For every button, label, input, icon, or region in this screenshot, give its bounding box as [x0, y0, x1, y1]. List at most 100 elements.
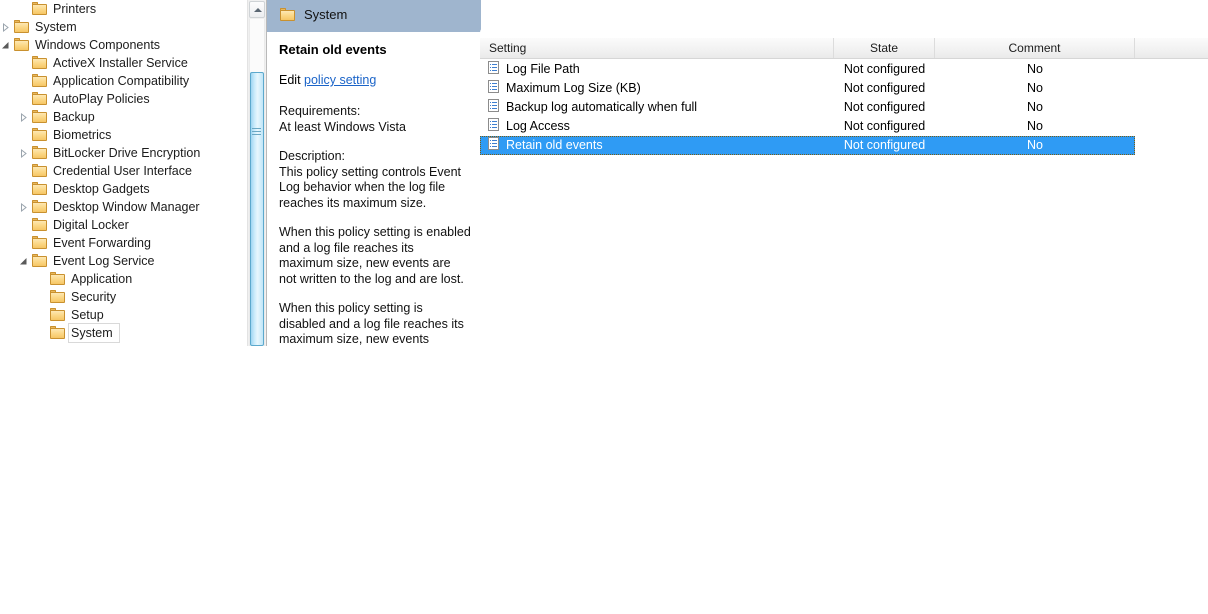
folder-icon [32, 200, 48, 214]
tree-item[interactable]: Event Forwarding [0, 234, 247, 252]
tree-item[interactable]: Biometrics [0, 126, 247, 144]
tree-item-label: Digital Locker [53, 218, 129, 232]
tree-vertical-scrollbar[interactable] [247, 0, 266, 346]
tree-item-label: Security [71, 290, 117, 304]
detail-header-bar: System [267, 0, 481, 32]
description-paragraph-1: This policy setting controls Event Log b… [279, 164, 462, 210]
setting-name-label: Log File Path [506, 62, 580, 76]
policy-setting-icon [488, 80, 500, 94]
requirements-label: Requirements: [279, 104, 361, 118]
tree-item-label: System [35, 20, 77, 34]
cell-comment: No [1027, 100, 1043, 114]
policy-setting-icon [488, 118, 500, 132]
folder-icon [50, 326, 66, 340]
folder-icon [50, 290, 66, 304]
tree-item[interactable]: Printers [0, 0, 247, 18]
tree-item-list: Printers System Windows Components ActiveX … [0, 0, 247, 343]
tree-item-label: Application [71, 272, 133, 286]
expander-collapsed-icon[interactable] [18, 198, 29, 216]
folder-icon [32, 128, 48, 142]
tree-item[interactable]: Setup [0, 306, 247, 324]
triangle-up-icon [254, 8, 262, 12]
tree-item[interactable]: Windows Components [0, 36, 247, 54]
tree-item[interactable]: Digital Locker [0, 216, 247, 234]
tree-item[interactable]: Application [0, 270, 247, 288]
tree-item-label: Backup [53, 110, 95, 124]
folder-icon [32, 92, 48, 106]
cell-setting: Backup log automatically when full [480, 98, 834, 117]
folder-icon [32, 2, 48, 16]
description-label: Description: [279, 149, 345, 163]
description-paragraph-2: When this policy setting is enabled and … [279, 225, 471, 286]
folder-icon [32, 56, 48, 70]
tree-item[interactable]: Desktop Gadgets [0, 180, 247, 198]
folder-icon [32, 110, 48, 124]
tree-item[interactable]: System [0, 18, 247, 36]
policy-setting-icon [488, 99, 500, 113]
expander-collapsed-icon[interactable] [0, 18, 11, 36]
navigation-tree-pane[interactable]: Printers System Windows Components ActiveX … [0, 0, 247, 346]
column-header-state[interactable]: State [834, 38, 935, 58]
column-header-setting[interactable]: Setting [480, 38, 834, 58]
tree-item[interactable]: Desktop Window Manager [0, 198, 247, 216]
detail-header-title: System [304, 7, 348, 22]
folder-icon [280, 8, 296, 21]
column-header-comment[interactable]: Comment [935, 38, 1135, 58]
cell-state: Not configured [843, 138, 926, 152]
tree-item-label: Windows Components [35, 38, 161, 52]
policy-setting-link[interactable]: policy setting [304, 73, 376, 87]
tree-item[interactable]: Event Log Service [0, 252, 247, 270]
folder-icon [32, 164, 48, 178]
tree-item-label: Event Log Service [53, 254, 155, 268]
cell-setting: Log Access [480, 117, 834, 136]
cell-setting: Log File Path [480, 60, 834, 79]
group-policy-editor-window: Printers System Windows Components ActiveX … [0, 0, 1208, 346]
tree-item[interactable]: System [0, 323, 247, 343]
tree-item[interactable]: Backup [0, 108, 247, 126]
table-row[interactable]: Log File Path Not configured No [480, 60, 1208, 79]
table-row[interactable]: Retain old events Not configured No [480, 136, 1135, 155]
tree-item-label: Event Forwarding [53, 236, 151, 250]
column-header-filler [1135, 38, 1208, 58]
tree-item-label: Setup [71, 308, 104, 322]
description-paragraph-2-block: When this policy setting is enabled and … [279, 225, 471, 287]
folder-icon [32, 182, 48, 196]
scroll-up-arrow-icon[interactable] [249, 1, 265, 18]
expander-expanded-icon[interactable] [18, 252, 29, 270]
tree-item-label: Desktop Gadgets [53, 182, 150, 196]
policy-settings-rows: Log File Path Not configured No Maximum Log… [480, 60, 1208, 346]
policy-settings-list-pane: Setting State Comment Log File Path Not c… [480, 26, 1208, 346]
folder-icon [32, 74, 48, 88]
cell-comment: No [1027, 81, 1043, 95]
tree-item-label: Desktop Window Manager [53, 200, 200, 214]
tree-item[interactable]: ActiveX Installer Service [0, 54, 247, 72]
policy-title: Retain old events [279, 42, 387, 57]
list-column-header: Setting State Comment [480, 38, 1208, 59]
policy-setting-icon [488, 137, 500, 151]
tree-item-label: Biometrics [53, 128, 112, 142]
tree-item[interactable]: AutoPlay Policies [0, 90, 247, 108]
edit-policy-line: Edit policy setting [279, 73, 471, 88]
table-row[interactable]: Backup log automatically when full Not co… [480, 98, 1208, 117]
tree-item[interactable]: Credential User Interface [0, 162, 247, 180]
tree-item[interactable]: Security [0, 288, 247, 306]
cell-state: Not configured [843, 100, 926, 114]
table-row[interactable]: Maximum Log Size (KB) Not configured No [480, 79, 1208, 98]
empty-canvas-area [0, 346, 1208, 614]
folder-icon [14, 20, 30, 34]
cell-comment: No [1027, 138, 1043, 152]
folder-icon [32, 218, 48, 232]
cell-comment: No [1027, 62, 1043, 76]
tree-item[interactable]: BitLocker Drive Encryption [0, 144, 247, 162]
tree-item-label: BitLocker Drive Encryption [53, 146, 201, 160]
setting-name-label: Log Access [506, 119, 570, 133]
tree-item-label: ActiveX Installer Service [53, 56, 188, 70]
table-row[interactable]: Log Access Not configured No [480, 117, 1208, 136]
expander-collapsed-icon[interactable] [18, 108, 29, 126]
expander-expanded-icon[interactable] [0, 36, 11, 54]
cell-state: Not configured [843, 81, 926, 95]
expander-collapsed-icon[interactable] [18, 144, 29, 162]
tree-item[interactable]: Application Compatibility [0, 72, 247, 90]
scroll-thumb[interactable] [250, 72, 264, 346]
folder-icon [32, 146, 48, 160]
